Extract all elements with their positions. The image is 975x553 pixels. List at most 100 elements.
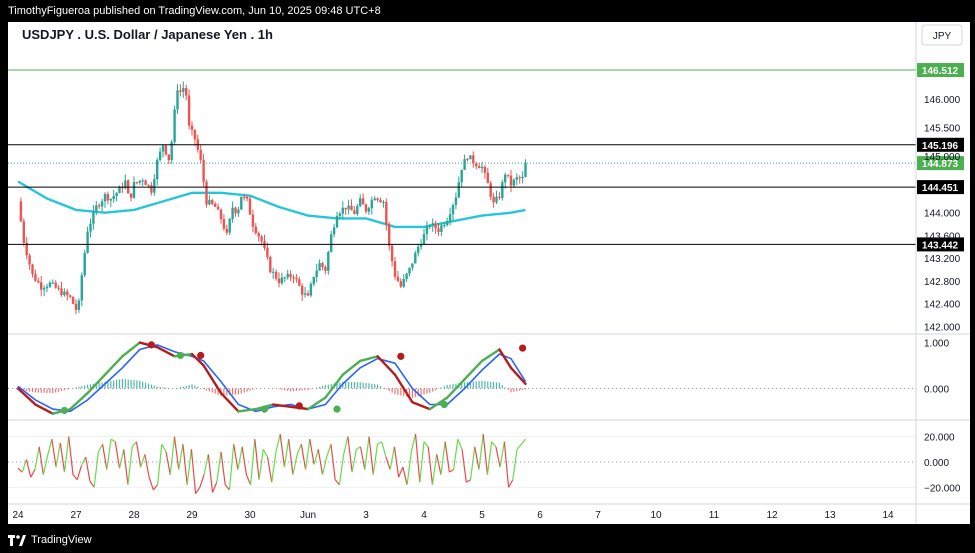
time-tick-label: 7	[595, 510, 601, 521]
chart-area[interactable]: 146.512 145.196 144.873 144.451 143.442 146.…	[8, 22, 970, 524]
candle-body	[98, 205, 101, 207]
tradingview-logo[interactable]: TradingView	[8, 532, 92, 548]
momentum-segment	[89, 480, 95, 488]
candle-body	[103, 194, 107, 202]
candle-body	[301, 285, 304, 295]
tradingview-logo-text: TradingView	[31, 534, 92, 546]
osc-fast-segment	[121, 341, 142, 358]
momentum-segment	[385, 456, 391, 470]
candle-body	[463, 159, 466, 170]
momentum-tick-label: 0.000	[924, 458, 949, 469]
candle-body	[417, 246, 420, 253]
candle-body	[248, 198, 252, 215]
candle-body	[347, 205, 350, 210]
momentum-segment	[165, 451, 171, 475]
candle-body	[344, 207, 347, 210]
candle-body	[277, 278, 281, 284]
candle-layer	[19, 81, 527, 315]
candle-body	[454, 197, 458, 205]
candle-body	[109, 198, 112, 201]
candle-body	[327, 252, 330, 271]
price-tick-label: 143.600	[924, 231, 961, 242]
momentum-segment	[144, 454, 150, 478]
candle-body	[399, 281, 402, 287]
candle-body	[89, 223, 92, 232]
osc-signal-dot	[519, 344, 527, 352]
candle-body	[66, 291, 69, 296]
momentum-segment	[199, 474, 205, 488]
candle-body	[330, 234, 333, 253]
candle-body	[480, 166, 484, 169]
candle-body	[483, 166, 487, 173]
time-tick-label: 13	[824, 510, 836, 521]
candle-body	[489, 183, 492, 197]
candle-body	[498, 196, 501, 198]
momentum-segment	[436, 454, 442, 475]
momentum-segment	[80, 456, 87, 467]
time-tick-label: 12	[766, 510, 778, 521]
momentum-segment	[516, 443, 522, 450]
candle-body	[222, 219, 226, 229]
tradingview-logo-icon	[8, 534, 26, 546]
candle-body	[48, 282, 52, 287]
momentum-segment	[135, 441, 142, 468]
candle-body	[164, 145, 168, 155]
candle-body	[115, 193, 118, 196]
candle-body	[460, 169, 463, 183]
momentum-segment	[423, 441, 429, 448]
candle-body	[40, 282, 43, 290]
candle-body	[45, 286, 49, 289]
candle-body	[185, 88, 188, 96]
momentum-segment	[495, 446, 501, 468]
momentum-segment	[321, 456, 328, 475]
candle-body	[405, 273, 408, 279]
momentum-segment	[359, 446, 366, 470]
candle-body	[402, 278, 405, 287]
momentum-segment	[503, 441, 510, 488]
price-tick-label: 142.000	[924, 322, 961, 333]
osc-tick-label: 1.000	[924, 339, 949, 350]
candle-body	[147, 184, 150, 186]
candle-body	[112, 195, 115, 199]
chart-svg[interactable]: 146.512145.196144.873144.451143.442 146.…	[8, 22, 970, 524]
candle-body	[289, 273, 292, 278]
time-tick-label: 3	[363, 510, 369, 521]
time-tick-label: 14	[882, 510, 894, 521]
candle-body	[214, 203, 217, 207]
momentum-segment	[461, 449, 467, 483]
osc-signal-dot	[176, 351, 184, 360]
momentum-segment	[245, 474, 252, 486]
osc-signal-dot	[60, 406, 68, 415]
momentum-segment	[469, 446, 476, 480]
candle-body	[272, 271, 275, 273]
candle-body	[324, 266, 327, 271]
candle-body	[524, 163, 527, 177]
momentum-segment	[250, 439, 256, 485]
momentum-segment	[51, 439, 57, 468]
hline-layer: 146.512145.196144.873144.451143.442	[8, 63, 964, 252]
osc-fast-segment	[411, 401, 431, 411]
candle-body	[332, 227, 336, 235]
candle-body	[446, 221, 449, 225]
momentum-segment	[381, 441, 387, 458]
candle-body	[318, 263, 321, 271]
momentum-segment	[203, 454, 209, 475]
momentum-segment	[97, 443, 104, 453]
candle-body	[356, 206, 359, 215]
candle-body	[295, 277, 298, 280]
candle-body	[309, 283, 313, 296]
candle-body	[176, 90, 179, 110]
candle-body	[448, 214, 452, 222]
osc-fast-segment	[480, 348, 501, 363]
candle-body	[144, 180, 147, 185]
momentum-segment	[30, 469, 36, 478]
candle-body	[251, 214, 255, 227]
time-tick-label: 30	[244, 510, 256, 521]
momentum-tick-label: 20.000	[924, 433, 955, 444]
candle-body	[466, 159, 469, 161]
candle-body	[228, 218, 231, 233]
osc-layer	[16, 341, 527, 415]
momentum-segment	[173, 436, 180, 470]
momentum-segment	[304, 439, 311, 470]
candle-body	[341, 207, 344, 214]
